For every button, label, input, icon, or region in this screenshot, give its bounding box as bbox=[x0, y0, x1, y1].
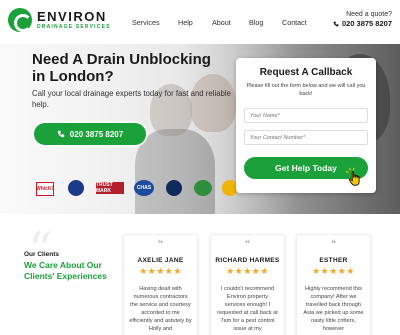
contact-number-input[interactable] bbox=[244, 130, 368, 145]
form-title: Request A Callback bbox=[259, 67, 353, 78]
form-subtitle: Please fill out the form below and we wi… bbox=[246, 83, 366, 97]
accreditation-badge bbox=[68, 180, 84, 196]
hand-cursor-icon bbox=[345, 167, 360, 186]
logo[interactable]: ENVIRON DRAINAGE SERVICES bbox=[8, 8, 111, 32]
name-input[interactable] bbox=[244, 108, 368, 123]
hero-title: Need A Drain Unblocking in London? bbox=[32, 51, 211, 85]
review-card: ❝ ESTHER ★★★★★ Highly recommend this com… bbox=[296, 234, 371, 335]
clients-label: Our Clients bbox=[24, 251, 60, 258]
quote-icon: ❝ bbox=[330, 239, 337, 250]
nav-services[interactable]: Services bbox=[132, 18, 160, 27]
header-phone-link[interactable]: 020 3875 8207 bbox=[333, 19, 392, 28]
star-rating: ★★★★★ bbox=[139, 266, 182, 276]
hero-subtitle: Call your local drainage experts today f… bbox=[32, 89, 231, 109]
phone-icon bbox=[57, 130, 64, 138]
call-button-label: 020 3875 8207 bbox=[69, 129, 124, 139]
nav-contact[interactable]: Contact bbox=[282, 18, 307, 27]
reviewer-name: AXELIE JANE bbox=[137, 257, 184, 264]
nav-blog[interactable]: Blog bbox=[249, 18, 263, 27]
call-button[interactable]: 020 3875 8207 bbox=[34, 123, 146, 145]
nav-help[interactable]: Help bbox=[178, 18, 193, 27]
callback-form: Request A Callback Please fill out the f… bbox=[236, 58, 376, 193]
trustmark-badge: TRUST MARK bbox=[96, 182, 124, 194]
quote-icon: ❝ bbox=[244, 239, 251, 250]
logo-name: ENVIRON bbox=[37, 9, 107, 24]
review-text: Having dealt with numerous contractors t… bbox=[129, 286, 192, 332]
clients-section: “ Our Clients We Care About Our Clients'… bbox=[0, 214, 400, 335]
accreditation-badge bbox=[194, 180, 212, 196]
review-card: ❝ AXELIE JANE ★★★★★ Having dealt with nu… bbox=[123, 234, 198, 335]
accreditation-badge bbox=[166, 180, 182, 196]
header-quote[interactable]: Need a quote? 020 3875 8207 bbox=[333, 11, 392, 28]
star-rating: ★★★★★ bbox=[312, 266, 355, 276]
site-header: ENVIRON DRAINAGE SERVICES Services Help … bbox=[0, 0, 400, 44]
logo-icon bbox=[8, 8, 32, 32]
review-text: Highly recommend this company! After we … bbox=[303, 286, 364, 332]
reviewer-name: ESTHER bbox=[319, 257, 348, 264]
review-card: ❝ RICHARD HARMES ★★★★★ I couldn't recomm… bbox=[210, 234, 285, 335]
review-text: I couldn't recommend Environ property se… bbox=[217, 286, 278, 332]
clients-title: We Care About Our Clients' Experiences bbox=[24, 260, 107, 281]
phone-icon bbox=[333, 21, 339, 26]
quote-icon: ❝ bbox=[157, 239, 164, 250]
star-rating: ★★★★★ bbox=[226, 266, 269, 276]
nav-about[interactable]: About bbox=[212, 18, 231, 27]
which-badge: Which? bbox=[36, 182, 54, 196]
chas-badge: CHAS bbox=[134, 180, 154, 196]
header-phone-number: 020 3875 8207 bbox=[341, 19, 392, 28]
quote-label: Need a quote? bbox=[346, 11, 392, 18]
logo-subtitle: DRAINAGE SERVICES bbox=[37, 24, 111, 30]
accreditation-badges: Which? TRUST MARK CHAS bbox=[34, 178, 244, 200]
reviewer-name: RICHARD HARMES bbox=[215, 257, 280, 264]
